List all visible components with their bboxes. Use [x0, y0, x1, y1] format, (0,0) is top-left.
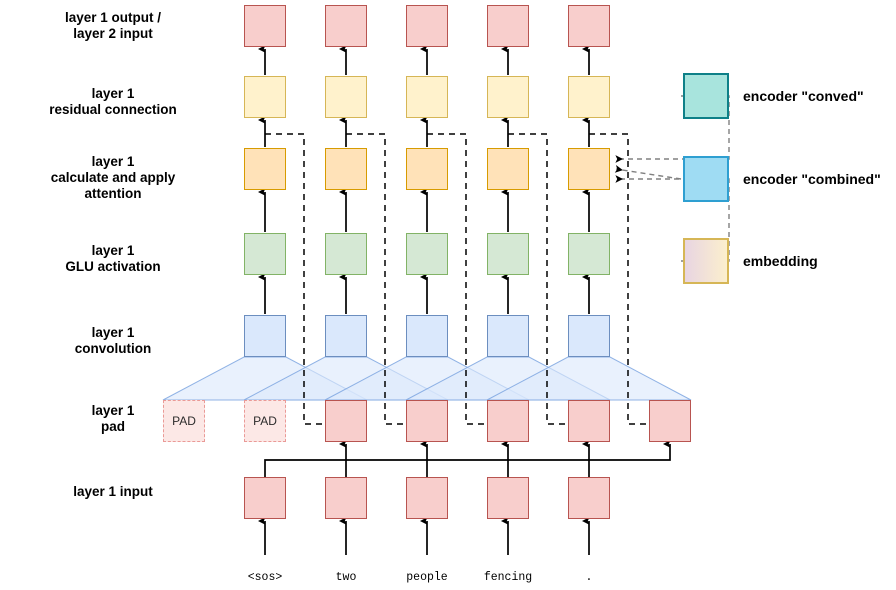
row-label-residual: layer 1 residual connection	[49, 86, 177, 117]
node-residual-0	[244, 76, 286, 118]
node-attention-1	[325, 148, 367, 190]
convolution-cones	[162, 356, 692, 401]
node-pad-3	[406, 400, 448, 442]
node-convolution-2	[406, 315, 448, 357]
node-output-0	[244, 5, 286, 47]
legend-label-embedding: embedding	[743, 253, 818, 269]
node-convolution-3	[487, 315, 529, 357]
row-label-convolution: layer 1 convolution	[74, 325, 152, 356]
node-attention-4	[568, 148, 610, 190]
node-pad-4	[487, 400, 529, 442]
node-glu-2	[406, 233, 448, 275]
node-convolution-0	[244, 315, 286, 357]
legend-label-combined: encoder "combined"	[743, 171, 881, 187]
legend-swatch-embedding	[683, 238, 729, 284]
node-residual-2	[406, 76, 448, 118]
node-input-0	[244, 477, 286, 519]
pad-box: PAD	[244, 400, 286, 442]
node-output-4	[568, 5, 610, 47]
node-glu-0	[244, 233, 286, 275]
node-input-2	[406, 477, 448, 519]
node-residual-1	[325, 76, 367, 118]
node-pad-2	[325, 400, 367, 442]
row-label-output: layer 1 output / layer 2 input	[64, 10, 162, 41]
row-label-glu: layer 1 GLU activation	[65, 243, 161, 274]
row-label-pad: layer 1 pad	[91, 403, 135, 434]
node-attention-0	[244, 148, 286, 190]
node-glu-4	[568, 233, 610, 275]
diagram-canvas: PAD PAD layer 1 output / layer 2 input lay…	[0, 0, 896, 590]
legend-swatch-combined	[683, 156, 729, 202]
node-output-2	[406, 5, 448, 47]
node-input-1	[325, 477, 367, 519]
node-glu-1	[325, 233, 367, 275]
node-attention-2	[406, 148, 448, 190]
node-residual-3	[487, 76, 529, 118]
row-label-input: layer 1 input	[73, 484, 153, 499]
node-input-3	[487, 477, 529, 519]
node-pad-5	[568, 400, 610, 442]
token-label-4: .	[585, 571, 593, 584]
node-residual-4	[568, 76, 610, 118]
node-pad-6	[649, 400, 691, 442]
legend-swatch-conved	[683, 73, 729, 119]
node-output-3	[487, 5, 529, 47]
node-convolution-1	[325, 315, 367, 357]
node-glu-3	[487, 233, 529, 275]
node-convolution-4	[568, 315, 610, 357]
legend-label-conved: encoder "conved"	[743, 88, 864, 104]
node-output-1	[325, 5, 367, 47]
node-attention-3	[487, 148, 529, 190]
row-label-attention: layer 1 calculate and apply attention	[50, 154, 176, 201]
node-input-4	[568, 477, 610, 519]
